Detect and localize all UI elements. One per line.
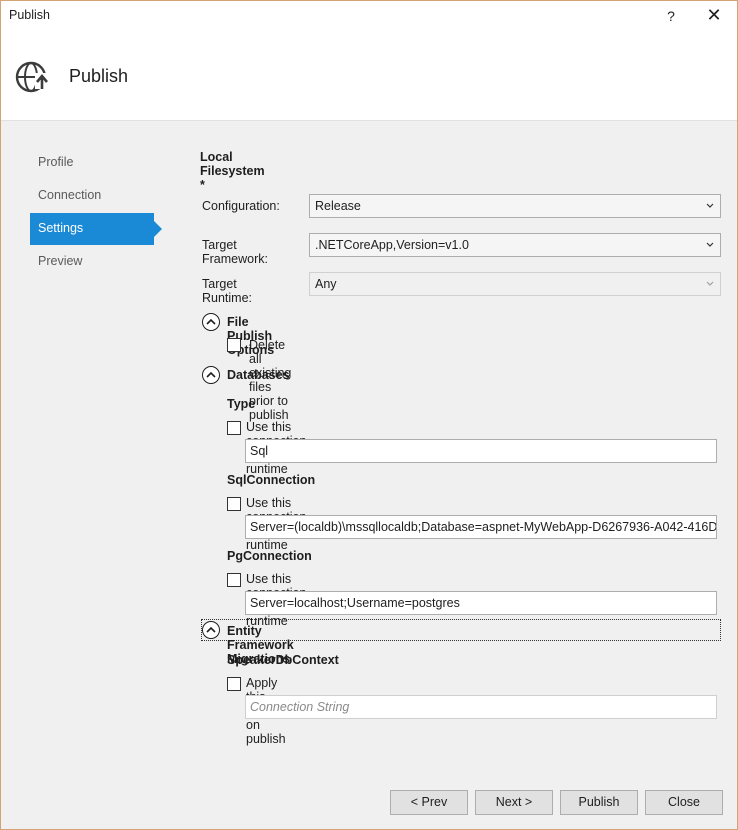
delete-files-checkbox[interactable] (227, 338, 241, 352)
ef-context-name: SpeakerDbContext (227, 653, 339, 667)
ef-connection-string-input[interactable]: Connection String (245, 695, 717, 719)
configuration-select[interactable]: Release (309, 194, 721, 218)
db-sql-name: SqlConnection (227, 473, 316, 487)
window-title: Publish (9, 8, 50, 22)
ef-apply-checkbox[interactable] (227, 677, 241, 691)
close-window-button[interactable]: ✕ (691, 1, 737, 31)
configuration-value: Release (315, 199, 361, 213)
wizard-nav: Profile Connection Settings Preview (30, 147, 170, 279)
chevron-down-icon (704, 195, 716, 217)
globe-publish-icon (15, 59, 51, 95)
db-sql-checkbox[interactable] (227, 497, 241, 511)
framework-select[interactable]: .NETCoreApp,Version=v1.0 (309, 233, 721, 257)
nav-item-connection[interactable]: Connection (30, 180, 170, 212)
next-button[interactable]: Next > (475, 790, 553, 815)
dialog-header: Publish (1, 31, 737, 121)
collapse-databases-icon[interactable] (202, 366, 220, 384)
databases-title: Databases (227, 368, 290, 382)
prev-button[interactable]: < Prev (390, 790, 468, 815)
runtime-select[interactable]: Any (309, 272, 721, 296)
nav-item-profile[interactable]: Profile (30, 147, 170, 179)
framework-label: Target Framework: (202, 238, 268, 266)
nav-item-settings[interactable]: Settings (30, 213, 162, 245)
publish-dialog: Publish ? ✕ Publish Profile Connection S… (0, 0, 738, 830)
db-pg-input[interactable]: Server=localhost;Username=postgres (245, 591, 717, 615)
chevron-down-icon (704, 234, 716, 256)
runtime-value: Any (315, 277, 337, 291)
runtime-label: Target Runtime: (202, 277, 253, 305)
close-button[interactable]: Close (645, 790, 723, 815)
configuration-label: Configuration: (202, 199, 280, 213)
db-type-input[interactable]: Sql (245, 439, 717, 463)
header-title: Publish (69, 66, 129, 86)
collapse-file-publish-icon[interactable] (202, 313, 220, 331)
framework-value: .NETCoreApp,Version=v1.0 (315, 238, 469, 252)
db-pg-name: PgConnection (227, 549, 312, 563)
profile-title: Local Filesystem * (200, 150, 265, 192)
publish-button[interactable]: Publish (560, 790, 638, 815)
collapse-ef-icon[interactable] (202, 621, 220, 639)
db-sql-input[interactable]: Server=(localdb)\mssqllocaldb;Database=a… (245, 515, 717, 539)
db-type-name: Type (227, 397, 256, 411)
nav-item-preview[interactable]: Preview (30, 246, 170, 278)
chevron-down-icon (704, 273, 716, 295)
title-bar: Publish ? ✕ (1, 1, 737, 31)
help-button[interactable]: ? (651, 1, 691, 31)
db-type-checkbox[interactable] (227, 421, 241, 435)
db-pg-checkbox[interactable] (227, 573, 241, 587)
